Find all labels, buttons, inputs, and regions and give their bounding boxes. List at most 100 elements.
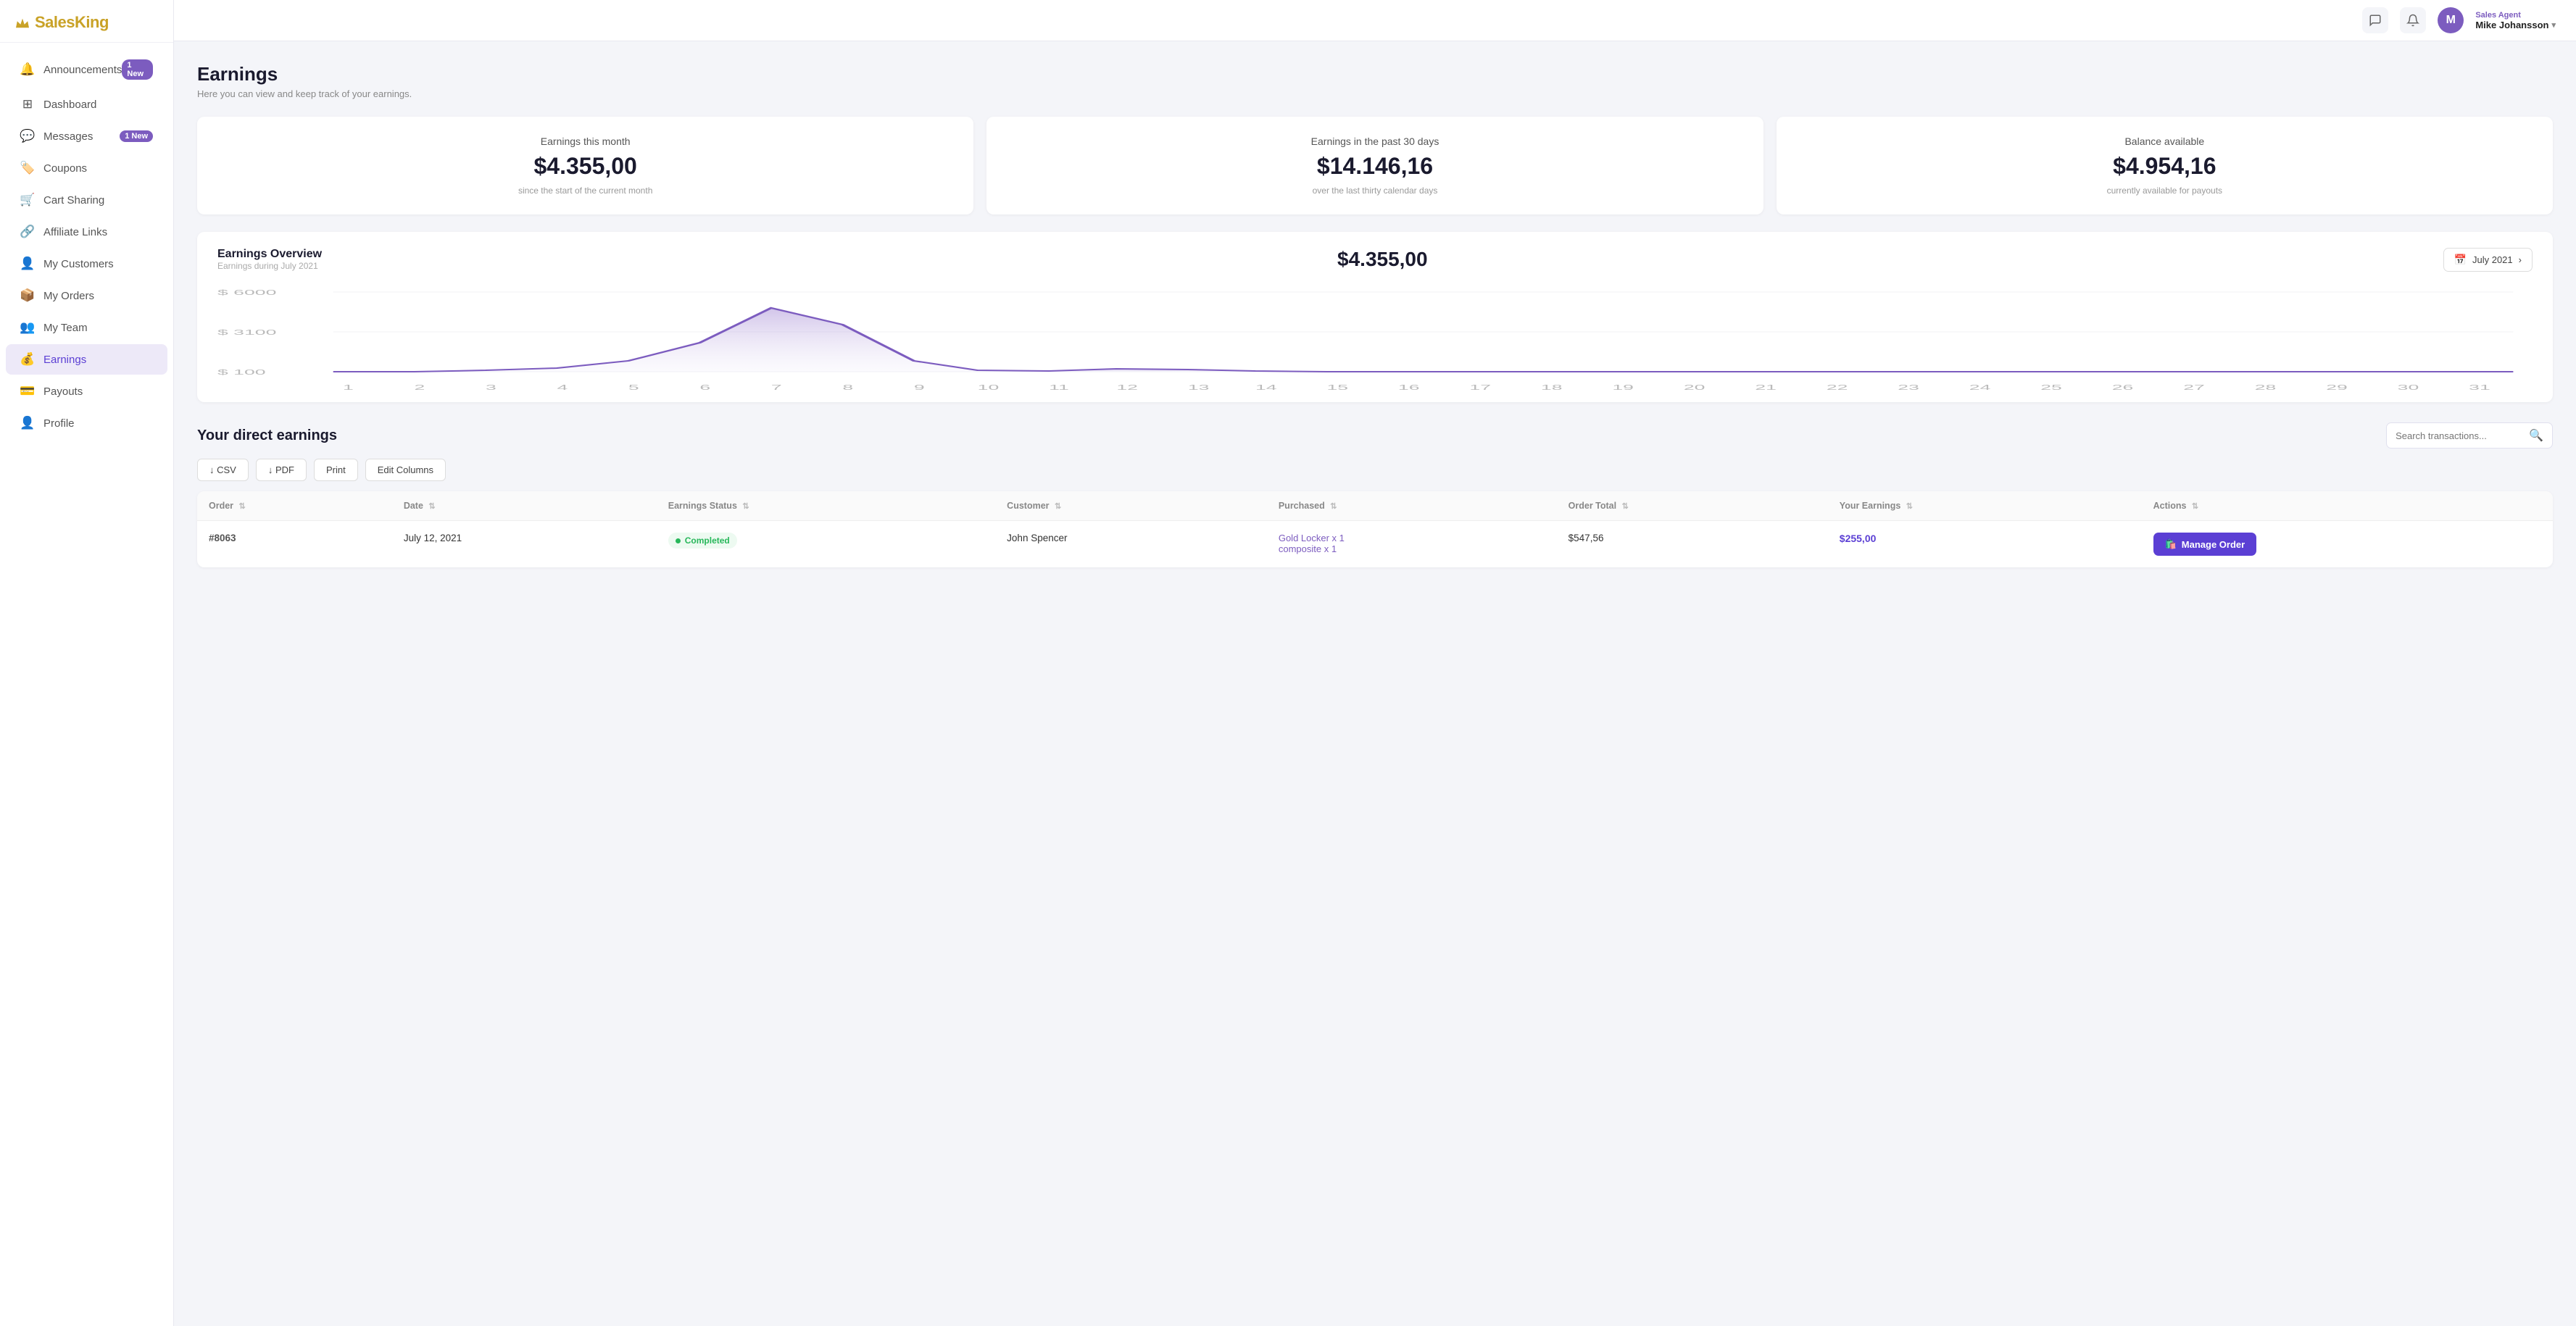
sidebar: SalesKing 🔔 Announcements 1 New ⊞ Dashbo…	[0, 0, 174, 1326]
person-icon: 👤	[20, 257, 35, 271]
svg-text:25: 25	[2040, 384, 2062, 392]
table-body: #8063 July 12, 2021 Completed John Spenc…	[197, 521, 2553, 568]
avatar: M	[2438, 7, 2464, 33]
svg-text:12: 12	[1116, 384, 1138, 392]
topbar: M Sales Agent Mike Johansson ▾	[174, 0, 2576, 41]
earnings-overview-card: Earnings Overview Earnings during July 2…	[197, 232, 2553, 402]
sidebar-item-affiliate-links[interactable]: 🔗 Affiliate Links	[6, 217, 167, 247]
svg-text:30: 30	[2398, 384, 2419, 392]
col-your-earnings: Your Earnings ⇅	[1828, 491, 2142, 521]
team-icon: 👥	[20, 320, 35, 335]
svg-text:29: 29	[2326, 384, 2348, 392]
bell-icon: 🔔	[20, 62, 35, 77]
stat-card-label: Earnings in the past 30 days	[1311, 135, 1439, 147]
main-content: M Sales Agent Mike Johansson ▾ Earnings …	[174, 0, 2576, 1326]
col-date: Date ⇅	[392, 491, 657, 521]
table-header: Order ⇅ Date ⇅ Earnings Status ⇅ Custome…	[197, 491, 2553, 521]
col-order: Order ⇅	[197, 491, 392, 521]
sidebar-item-label: Profile	[43, 417, 75, 430]
transactions-table: Order ⇅ Date ⇅ Earnings Status ⇅ Custome…	[197, 491, 2553, 567]
user-name[interactable]: Mike Johansson ▾	[2475, 20, 2556, 30]
csv-button[interactable]: ↓ CSV	[197, 459, 249, 481]
sidebar-item-label: Coupons	[43, 162, 87, 175]
svg-text:11: 11	[1049, 384, 1069, 392]
stat-card-note: currently available for payouts	[2107, 185, 2222, 196]
sidebar-item-label: Payouts	[43, 385, 83, 398]
sidebar-item-announcements[interactable]: 🔔 Announcements 1 New	[6, 51, 167, 88]
svg-text:20: 20	[1684, 384, 1705, 392]
sidebar-item-dashboard[interactable]: ⊞ Dashboard	[6, 89, 167, 120]
search-input[interactable]	[2396, 430, 2523, 441]
dashboard-icon: ⊞	[20, 97, 35, 112]
message-icon: 💬	[20, 129, 35, 143]
svg-text:21: 21	[1755, 384, 1777, 392]
sidebar-item-label: Announcements	[43, 64, 122, 76]
sidebar-item-my-customers[interactable]: 👤 My Customers	[6, 249, 167, 279]
brand-name: SalesKing	[35, 13, 109, 32]
search-icon: 🔍	[2529, 428, 2543, 443]
svg-text:26: 26	[2112, 384, 2134, 392]
link-icon: 🔗	[20, 225, 35, 239]
order-total: $547,56	[1557, 521, 1828, 568]
svg-text:18: 18	[1541, 384, 1563, 392]
svg-text:15: 15	[1326, 384, 1348, 392]
sidebar-item-my-orders[interactable]: 📦 My Orders	[6, 280, 167, 311]
logo: SalesKing	[0, 0, 173, 43]
purchased-items: Gold Locker x 1composite x 1	[1267, 521, 1557, 568]
chevron-right-icon: ›	[2519, 254, 2522, 265]
svg-text:28: 28	[2255, 384, 2277, 392]
stat-card-value: $4.954,16	[2113, 153, 2216, 180]
sidebar-item-my-team[interactable]: 👥 My Team	[6, 312, 167, 343]
earnings-icon: 💰	[20, 352, 35, 367]
transactions-table-wrap: Order ⇅ Date ⇅ Earnings Status ⇅ Custome…	[197, 491, 2553, 567]
sidebar-item-profile[interactable]: 👤 Profile	[6, 408, 167, 438]
print-button[interactable]: Print	[314, 459, 358, 481]
chart-svg: $ 6000 $ 3100 $ 100 1 2 3 4 5 6 7 8 9 10…	[217, 278, 2533, 393]
sidebar-item-payouts[interactable]: 💳 Payouts	[6, 376, 167, 406]
your-earnings: $255,00	[1828, 521, 2142, 568]
col-actions: Actions ⇅	[2142, 491, 2553, 521]
svg-text:31: 31	[2469, 384, 2490, 392]
manage-order-button[interactable]: 🛍️ Manage Order	[2153, 533, 2257, 556]
svg-text:2: 2	[414, 384, 425, 392]
svg-text:16: 16	[1398, 384, 1420, 392]
date-btn-label: July 2021	[2472, 254, 2513, 265]
user-role: Sales Agent	[2475, 11, 2521, 20]
edit-columns-button[interactable]: Edit Columns	[365, 459, 446, 481]
chat-icon-btn[interactable]	[2362, 7, 2388, 33]
sidebar-nav: 🔔 Announcements 1 New ⊞ Dashboard 💬 Mess…	[0, 43, 173, 1326]
col-purchased: Purchased ⇅	[1267, 491, 1557, 521]
stat-card-note: over the last thirty calendar days	[1313, 185, 1438, 196]
sidebar-item-messages[interactable]: 💬 Messages 1 New	[6, 121, 167, 151]
sidebar-item-earnings[interactable]: 💰 Earnings	[6, 344, 167, 375]
earnings-status: Completed	[657, 521, 995, 568]
stat-card-0: Earnings this month $4.355,00 since the …	[197, 117, 973, 214]
svg-text:4: 4	[557, 384, 568, 392]
date-picker-btn[interactable]: 📅 July 2021 ›	[2443, 248, 2533, 272]
svg-text:10: 10	[978, 384, 1000, 392]
pdf-button[interactable]: ↓ PDF	[256, 459, 307, 481]
sidebar-item-coupons[interactable]: 🏷️ Coupons	[6, 153, 167, 183]
sidebar-item-cart-sharing[interactable]: 🛒 Cart Sharing	[6, 185, 167, 215]
overview-total: $4.355,00	[1337, 248, 1428, 271]
order-date: July 12, 2021	[392, 521, 657, 568]
sidebar-item-label: Earnings	[43, 354, 86, 366]
svg-text:8: 8	[842, 384, 853, 392]
stat-card-label: Earnings this month	[541, 135, 631, 147]
search-box[interactable]: 🔍	[2386, 422, 2553, 449]
svg-text:7: 7	[771, 384, 782, 392]
svg-text:3: 3	[486, 384, 496, 392]
svg-text:22: 22	[1827, 384, 1848, 392]
notification-icon-btn[interactable]	[2400, 7, 2426, 33]
stat-card-value: $4.355,00	[533, 153, 636, 180]
svg-text:9: 9	[914, 384, 925, 392]
profile-icon: 👤	[20, 416, 35, 430]
col-order-total: Order Total ⇅	[1557, 491, 1828, 521]
cart-icon: 🛒	[20, 193, 35, 207]
sidebar-item-label: Cart Sharing	[43, 194, 104, 207]
bag-icon: 🛍️	[2165, 538, 2177, 550]
svg-text:$ 100: $ 100	[217, 369, 266, 377]
status-badge: Completed	[668, 533, 737, 549]
user-info: Sales Agent Mike Johansson ▾	[2475, 11, 2556, 30]
sidebar-item-label: My Team	[43, 322, 88, 334]
